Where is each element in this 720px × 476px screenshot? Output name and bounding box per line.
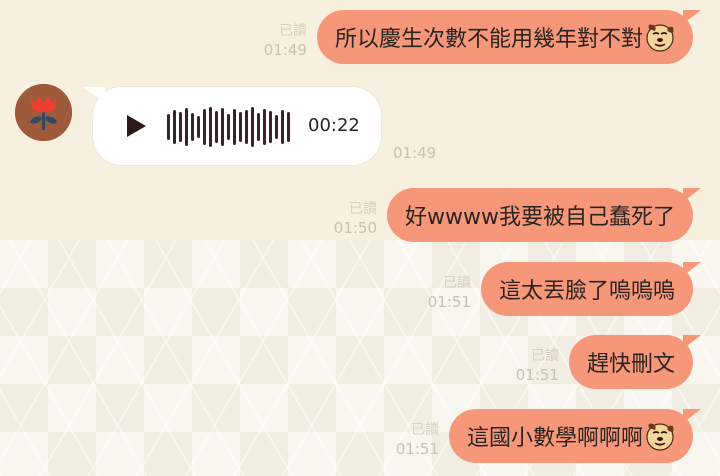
outgoing-message-bubble[interactable]: 趕快刪文	[568, 335, 702, 389]
message-row: 已讀 01:51 這太丟臉了嗚嗚嗚	[428, 262, 702, 316]
message-row: 已讀 01:50 好wwww我要被自己蠢死了	[334, 188, 701, 242]
cartoon-dog-sticker-icon	[645, 420, 675, 452]
message-text: 這國小數學啊啊啊	[466, 426, 643, 451]
message-text: 所以慶生次數不能用幾年對不對	[334, 27, 643, 52]
read-receipt: 已讀	[530, 348, 559, 364]
message-meta: 已讀 01:50	[334, 200, 377, 238]
outgoing-message-bubble[interactable]: 這太丟臉了嗚嗚嗚	[480, 262, 702, 316]
outgoing-message-bubble[interactable]: 好wwww我要被自己蠢死了	[387, 188, 701, 242]
read-receipt: 已讀	[410, 422, 439, 438]
contact-avatar[interactable]	[15, 84, 72, 141]
message-time: 01:49	[393, 144, 437, 162]
message-meta: 已讀 01:51	[396, 421, 439, 459]
play-icon[interactable]	[123, 113, 149, 139]
message-text: 趕快刪文	[586, 352, 675, 377]
message-time: 01:51	[395, 440, 439, 458]
message-meta: 已讀 01:51	[428, 274, 471, 312]
message-time: 01:51	[515, 366, 559, 384]
message-meta: 已讀 01:51	[516, 347, 559, 385]
message-text: 這太丟臉了嗚嗚嗚	[498, 279, 675, 304]
message-row: 已讀 01:51 趕快刪文	[516, 335, 702, 389]
outgoing-message-bubble[interactable]: 這國小數學啊啊啊	[448, 409, 702, 463]
red-flower-avatar-icon	[15, 84, 72, 141]
message-time: 01:49	[263, 41, 307, 59]
outgoing-message-bubble[interactable]: 所以慶生次數不能用幾年對不對	[316, 10, 702, 64]
message-text: 好wwww我要被自己蠢死了	[405, 205, 675, 230]
message-meta: 已讀 01:49	[264, 22, 307, 60]
message-time: 01:51	[427, 293, 471, 311]
incoming-voice-message[interactable]: 00:22	[83, 86, 382, 166]
message-time: 01:50	[333, 219, 378, 237]
voice-waveform	[167, 105, 290, 149]
message-row: 已讀 01:51 這國小數學啊啊啊	[396, 409, 702, 463]
voice-duration: 00:22	[308, 115, 360, 136]
read-receipt: 已讀	[349, 201, 378, 217]
message-row: 已讀 01:49 所以慶生次數不能用幾年對不對	[264, 10, 702, 64]
read-receipt: 已讀	[442, 275, 471, 291]
read-receipt: 已讀	[278, 23, 307, 39]
cartoon-dog-sticker-icon	[645, 21, 675, 53]
